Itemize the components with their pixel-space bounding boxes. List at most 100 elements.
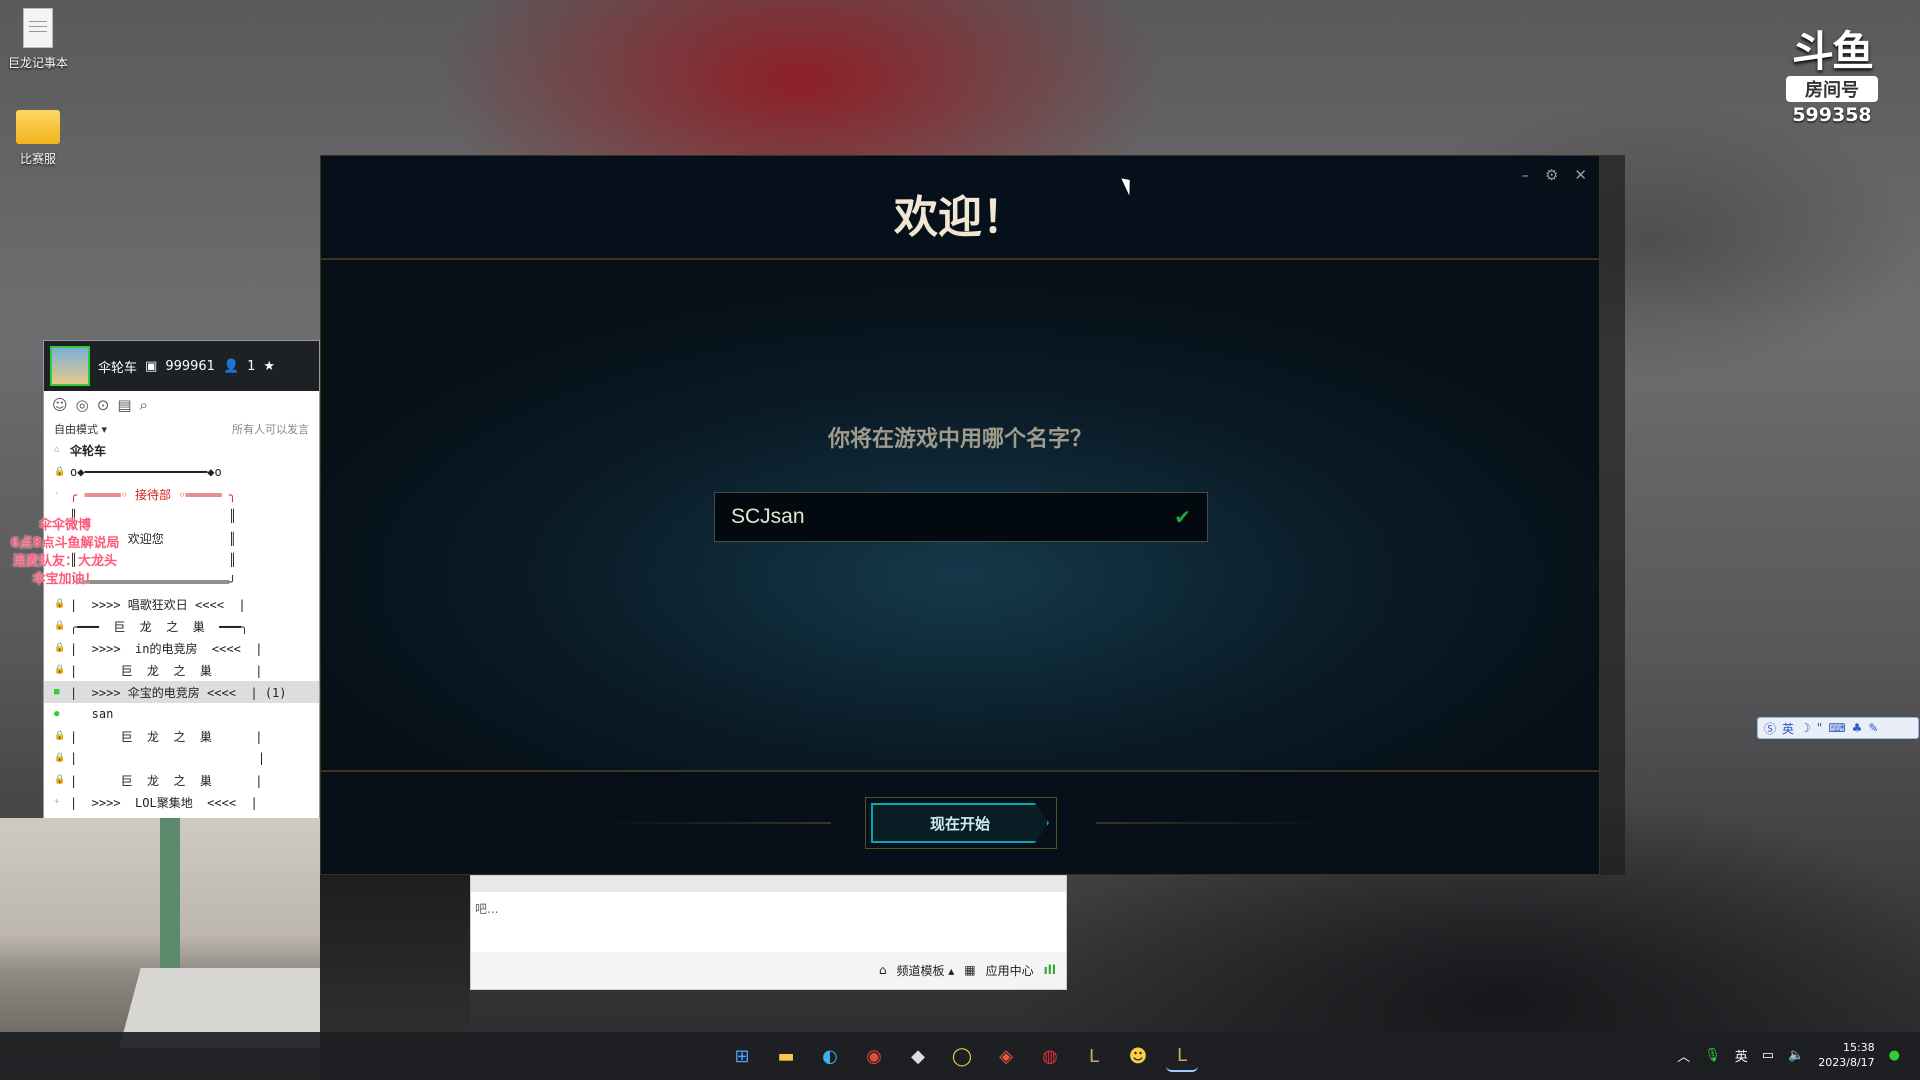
channel-row[interactable]: 🔒 | | — [44, 747, 319, 769]
skin-icon[interactable]: ♣ — [1852, 721, 1863, 735]
channel-row[interactable]: 🔒 o◆━━━━━━━━━━━━━━━━━◆o — [44, 461, 319, 483]
channel-toolbar: ☺ ◎ ⊙ ▤ ⌕ — [44, 391, 319, 419]
channel-row[interactable]: + | >>>> LOL聚集地 <<<< | — [44, 791, 319, 813]
chat-input[interactable]: 吧... — [471, 892, 1066, 952]
lock-icon: 🔒 — [54, 643, 66, 653]
location-icon[interactable]: ⊙ — [97, 396, 110, 414]
channel-header: 伞轮车 ▣ 999961 👤 1 ★ — [44, 341, 319, 391]
league-launcher-icon[interactable]: L — [1078, 1040, 1110, 1072]
game-app-icon[interactable]: ◈ — [990, 1040, 1022, 1072]
lock-icon: 🔒 — [54, 753, 66, 763]
channel-row[interactable]: 🔒 | 巨 龙 之 巢 | — [44, 659, 319, 681]
channel-row[interactable]: 🔒 | 巨 龙 之 巢 | — [44, 769, 319, 791]
channel-row-selected[interactable]: ■ | >>>> 伞宝的电竞房 <<<< | (1) — [44, 681, 319, 703]
system-tray: ︿ 🎙 英 ▭ 🔈 15:38 2023/8/17 ● — [1677, 1040, 1900, 1070]
channel-row[interactable]: 🔒 | 巨 龙 之 巢 | — [44, 725, 319, 747]
lock-icon: 🔒 — [54, 665, 66, 675]
search-icon[interactable]: ⌕ — [140, 396, 148, 414]
obs-icon[interactable]: ◯ — [946, 1040, 978, 1072]
channel-row[interactable]: 🔒 ╭━━━ 巨 龙 之 巢 ━━━╮ — [44, 615, 319, 637]
settings-icon[interactable]: ✎ — [1868, 721, 1878, 735]
clock-date: 2023/8/17 — [1818, 1056, 1875, 1069]
ime-logo-icon: Ⓢ — [1764, 721, 1777, 736]
clock[interactable]: 15:38 2023/8/17 — [1818, 1040, 1874, 1070]
moon-icon[interactable]: ☽ — [1800, 721, 1811, 735]
douyu-watermark: 斗鱼 房间号 599358 — [1780, 30, 1884, 126]
folder-icon — [16, 110, 60, 144]
room-label: 房间号 — [1786, 76, 1878, 102]
user-row[interactable]: ● san — [44, 703, 319, 725]
close-icon[interactable]: ✕ — [1574, 166, 1587, 184]
ime-toolbar[interactable]: Ⓢ 英 ☽ " ⌨ ♣ ✎ — [1757, 717, 1919, 739]
app-center-button[interactable]: 应用中心 — [986, 962, 1034, 979]
signal-icon: ıll — [1043, 963, 1056, 977]
start-now-button[interactable]: 现在开始 — [871, 803, 1049, 843]
gear-icon[interactable]: ⚙ — [1545, 166, 1558, 184]
channel-row[interactable]: 🔒 | >>>> 唱歌狂欢日 <<<< | — [44, 593, 319, 615]
online-dot-icon: ● — [54, 709, 60, 719]
network-icon[interactable]: ▭ — [1762, 1048, 1774, 1063]
chat-notice — [471, 876, 1066, 892]
punctuation-icon[interactable]: " — [1817, 721, 1823, 735]
member-icon: 👤 — [222, 358, 240, 374]
mode-dropdown[interactable]: 自由模式 ▾ — [54, 421, 107, 437]
chevron-up-icon[interactable]: ︿ — [1677, 1046, 1690, 1065]
notification-icon[interactable]: ● — [1889, 1048, 1900, 1063]
name-question: 你将在游戏中用哪个名字？ — [827, 427, 1092, 452]
grid-icon[interactable]: ▦ — [964, 963, 975, 977]
yy-icon[interactable]: ☻ — [1122, 1040, 1154, 1072]
speak-setting: 所有人可以发言 — [232, 423, 309, 436]
favorite-star-icon[interactable]: ★ — [263, 359, 275, 374]
welcome-title: 欢迎！ — [894, 192, 1026, 243]
lock-icon: · — [54, 489, 60, 499]
lock-icon: 🔒 — [54, 599, 66, 609]
lock-icon: 🔒 — [54, 467, 66, 477]
microphone-icon[interactable]: 🎙 — [1704, 1048, 1721, 1063]
tray-language[interactable]: 英 — [1735, 1046, 1748, 1065]
chat-panel: 吧... ⌂ 频道模板 ▴ ▦ 应用中心 ıll — [470, 875, 1067, 990]
netease-music-icon[interactable]: ◍ — [1034, 1040, 1066, 1072]
desktop-icon-notepad[interactable]: 巨龙记事本 — [0, 8, 76, 71]
channel-tree: ⌂ 伞轮车 🔒 o◆━━━━━━━━━━━━━━━━━◆o · ╭ ═════◦ 接待… — [44, 439, 319, 813]
chrome-icon[interactable]: ◉ — [858, 1040, 890, 1072]
channel-row[interactable]: · ╭ ═════◦ 接待部 ◦═════ ╮ — [44, 483, 319, 505]
document-icon — [23, 8, 53, 48]
id-icon: ▣ — [145, 358, 158, 374]
file-explorer-icon[interactable]: ▬ — [770, 1040, 802, 1072]
lock-icon: 🔒 — [54, 731, 66, 741]
start-menu-icon[interactable]: ⊞ — [726, 1040, 758, 1072]
summoner-name-field[interactable]: ✔ — [714, 492, 1208, 542]
channel-row[interactable]: 🔒 | >>>> in的电竞房 <<<< | — [44, 637, 319, 659]
channel-id: 999961 — [165, 358, 215, 374]
desktop-icon-label: 比赛服 — [19, 152, 56, 166]
edge-icon[interactable]: ◐ — [814, 1040, 846, 1072]
check-icon: ✔ — [1174, 505, 1191, 529]
minimize-icon[interactable]: – — [1521, 166, 1529, 184]
stream-overlay-text: 伞伞微博 6点8点斗鱼解说局 连麦队友：大龙头 伞宝加油！ — [10, 518, 120, 587]
taskbar: ⊞ ▬ ◐ ◉ ◆ ◯ ◈ ◍ L ☻ L ︿ 🎙 英 ▭ 🔈 15:38 20… — [0, 1032, 1920, 1080]
client-header: 欢迎！ – ⚙ ✕ — [321, 156, 1599, 260]
channel-active-icon: ■ — [54, 687, 60, 697]
channel-avatar[interactable] — [50, 346, 90, 386]
league-client-icon[interactable]: L — [1166, 1040, 1198, 1072]
notes-icon[interactable]: ▤ — [117, 396, 131, 414]
background-window-edge — [1600, 155, 1625, 875]
lock-icon: 🔒 — [54, 775, 66, 785]
user-icon[interactable]: ☺ — [52, 396, 68, 414]
desktop-icon-folder[interactable]: 比赛服 — [0, 110, 76, 167]
member-count: 1 — [247, 358, 256, 374]
home-icon: ⌂ — [54, 445, 60, 455]
room-number: 599358 — [1792, 104, 1872, 126]
home-icon[interactable]: ⌂ — [879, 963, 887, 977]
cursor-app-icon[interactable]: ◆ — [902, 1040, 934, 1072]
summoner-name-input[interactable] — [731, 505, 1175, 529]
headset-icon[interactable]: ◎ — [76, 396, 89, 414]
volume-icon[interactable]: 🔈 — [1788, 1048, 1804, 1063]
ime-language[interactable]: 英 — [1782, 720, 1794, 737]
chat-bottom-bar: ⌂ 频道模板 ▴ ▦ 应用中心 ıll — [471, 952, 1066, 988]
mode-bar: 自由模式 ▾ 所有人可以发言 — [44, 419, 319, 439]
channel-template-button[interactable]: 频道模板 ▴ — [896, 962, 954, 979]
keyboard-icon[interactable]: ⌨ — [1828, 721, 1845, 735]
channel-row[interactable]: ⌂ 伞轮车 — [44, 439, 319, 461]
lock-icon: 🔒 — [54, 621, 66, 631]
